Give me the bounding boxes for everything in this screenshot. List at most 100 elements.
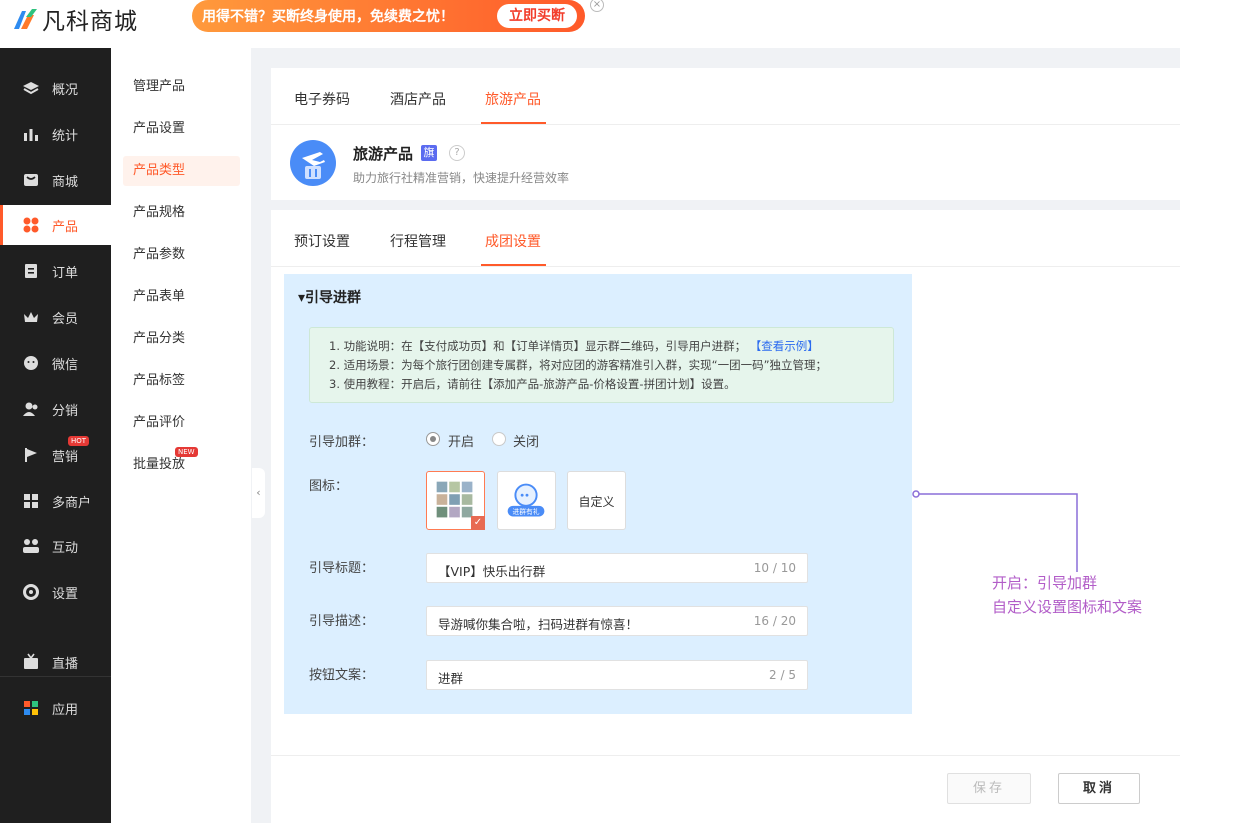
info-notice: 1. 功能说明：在【支付成功页】和【订单详情页】显示群二维码，引导用户进群； 【… bbox=[309, 327, 894, 403]
cancel-button[interactable]: 取消 bbox=[1058, 773, 1140, 804]
sidebar-item-label: 微信 bbox=[52, 357, 79, 373]
radio-off-label[interactable]: 关闭 bbox=[513, 431, 539, 450]
close-icon[interactable]: × bbox=[590, 0, 604, 12]
product-icon bbox=[23, 217, 39, 233]
icon-option-chat[interactable]: 进群有礼 bbox=[497, 471, 556, 530]
tab-group-settings[interactable]: 成团设置 bbox=[485, 231, 541, 251]
button-text-count: 2 / 5 bbox=[769, 668, 796, 682]
travel-product-icon bbox=[290, 140, 336, 186]
button-text-value: 进群 bbox=[438, 671, 464, 686]
icon-option-photo[interactable]: ✓ bbox=[426, 471, 485, 530]
sidebar-item-label: 多商户 bbox=[52, 495, 92, 511]
section-title[interactable]: ▾引导进群 bbox=[298, 287, 361, 307]
icon-option-custom[interactable]: 自定义 bbox=[567, 471, 626, 530]
sidebar-item-label: 设置 bbox=[52, 586, 79, 602]
sidebar-item-label: 概况 bbox=[52, 82, 79, 98]
annotation-line-1: 开启：引导加群 bbox=[992, 574, 1098, 592]
sidebar-item-live[interactable]: 直播 bbox=[0, 642, 111, 682]
radio-on[interactable] bbox=[426, 432, 440, 446]
guide-desc-input[interactable]: 导游喊你集合啦，扫码进群有惊喜！ 16 / 20 bbox=[426, 606, 808, 636]
tv-icon bbox=[24, 653, 38, 669]
flag-icon bbox=[25, 448, 37, 462]
check-icon: ✓ bbox=[471, 516, 485, 530]
top-bar: 凡科商城 用得不错？买断终身使用，免续费之忧！ 立即买断 × bbox=[0, 0, 1180, 48]
tab-booking-settings[interactable]: 预订设置 bbox=[294, 231, 350, 251]
sidebar-item-order[interactable]: 订单 bbox=[0, 251, 111, 291]
user-icon bbox=[23, 402, 38, 416]
sidebar-item-multi-merchant[interactable]: 多商户 bbox=[0, 481, 111, 521]
flagship-badge: 旗 bbox=[421, 145, 437, 161]
join-group-label: 引导加群： bbox=[309, 435, 375, 450]
product-subnav: 管理产品 产品设置 产品类型 产品规格 产品参数 产品表单 产品分类 产品标签 … bbox=[111, 48, 251, 823]
guide-title-count: 10 / 10 bbox=[753, 561, 796, 575]
subnav-item-manage[interactable]: 管理产品 bbox=[123, 72, 240, 102]
new-badge: NEW bbox=[175, 447, 198, 457]
chart-icon bbox=[24, 129, 38, 141]
tab-travel[interactable]: 旅游产品 bbox=[485, 89, 541, 109]
subnav-item-settings[interactable]: 产品设置 bbox=[123, 114, 240, 144]
chat-badge-text: 进群有礼 bbox=[513, 507, 540, 516]
apps-icon bbox=[24, 701, 38, 715]
subnav-item-category[interactable]: 产品分类 bbox=[123, 324, 240, 354]
divider bbox=[271, 266, 1180, 267]
layers-icon bbox=[23, 82, 39, 95]
sidebar-item-stats[interactable]: 统计 bbox=[0, 114, 111, 154]
sidebar-item-label: 产品 bbox=[52, 219, 79, 235]
sidebar-item-member[interactable]: 会员 bbox=[0, 297, 111, 337]
hot-badge: HOT bbox=[68, 436, 90, 446]
annotation-connector bbox=[912, 490, 1078, 572]
radio-on-label[interactable]: 开启 bbox=[448, 431, 474, 450]
sidebar-item-settings[interactable]: 设置 bbox=[0, 572, 111, 612]
sidebar-item-label: 统计 bbox=[52, 128, 79, 144]
subnav-item-tags[interactable]: 产品标签 bbox=[123, 366, 240, 396]
product-title: 旅游产品 bbox=[353, 145, 414, 163]
subnav-item-params[interactable]: 产品参数 bbox=[123, 240, 240, 270]
notice-line-1: 1. 功能说明：在【支付成功页】和【订单详情页】显示群二维码，引导用户进群； 【… bbox=[329, 339, 819, 353]
subnav-item-type[interactable]: 产品类型 bbox=[123, 156, 240, 186]
sidebar-item-product[interactable]: 产品 bbox=[0, 205, 111, 245]
promo-text: 用得不错？买断终身使用，免续费之忧！ bbox=[202, 9, 454, 25]
help-icon[interactable]: ? bbox=[449, 145, 465, 161]
sidebar-item-label: 会员 bbox=[52, 311, 79, 327]
radio-off[interactable] bbox=[492, 432, 506, 446]
logo[interactable]: 凡科商城 bbox=[12, 4, 138, 35]
subnav-item-spec[interactable]: 产品规格 bbox=[123, 198, 240, 228]
store-icon bbox=[24, 494, 38, 508]
subnav-item-form[interactable]: 产品表单 bbox=[123, 282, 240, 312]
sidebar-item-interaction[interactable]: 互动 bbox=[0, 526, 111, 566]
guide-title-label: 引导标题： bbox=[309, 561, 375, 576]
tab-itinerary[interactable]: 行程管理 bbox=[390, 231, 446, 251]
guide-desc-label: 引导描述： bbox=[309, 614, 375, 629]
guide-desc-value: 导游喊你集合啦，扫码进群有惊喜！ bbox=[438, 617, 639, 632]
product-subtitle: 助力旅行社精准营销，快速提升经营效率 bbox=[353, 171, 570, 185]
sidebar-item-label: 直播 bbox=[52, 656, 79, 672]
gear-icon bbox=[23, 584, 39, 600]
button-text-input[interactable]: 进群 2 / 5 bbox=[426, 660, 808, 690]
tab-hotel[interactable]: 酒店产品 bbox=[390, 89, 446, 109]
save-button[interactable]: 保存 bbox=[947, 773, 1031, 804]
view-example-link[interactable]: 【查看示例】 bbox=[750, 339, 819, 353]
sidebar-item-label: 互动 bbox=[52, 540, 79, 556]
sidebar-item-label: 商城 bbox=[52, 174, 79, 190]
sidebar-item-shop[interactable]: 商城 bbox=[0, 160, 111, 200]
footer-divider bbox=[271, 755, 1180, 756]
wechat-icon bbox=[24, 356, 38, 370]
divider bbox=[271, 124, 1180, 125]
tab-e-voucher[interactable]: 电子券码 bbox=[294, 89, 350, 109]
notice-line-2: 2. 适用场景：为每个旅行团创建专属群，将对应团的游客精准引入群，实现“一团一码… bbox=[329, 358, 828, 372]
sidebar-item-distribution[interactable]: 分销 bbox=[0, 389, 111, 429]
sidebar-item-wechat[interactable]: 微信 bbox=[0, 343, 111, 383]
guide-title-input[interactable]: 【VIP】快乐出行群 10 / 10 bbox=[426, 553, 808, 583]
subnav-item-reviews[interactable]: 产品评价 bbox=[123, 408, 240, 438]
promo-banner[interactable]: 用得不错？买断终身使用，免续费之忧！ 立即买断 bbox=[192, 0, 585, 32]
main-sidebar: 概况 统计 商城 产品 订单 会员 微信 分销 营销 HOT 多商户 互动 设置… bbox=[0, 48, 111, 823]
crown-icon bbox=[24, 312, 38, 322]
icon-label: 图标： bbox=[309, 479, 349, 494]
sidebar-item-marketing[interactable]: 营销 HOT bbox=[0, 435, 111, 475]
order-icon bbox=[25, 264, 37, 278]
notice-line-3: 3. 使用教程：开启后，请前往【添加产品-旅游产品-价格设置-拼团计划】设置。 bbox=[329, 377, 736, 391]
collapse-sidebar-button[interactable]: ‹ bbox=[252, 468, 265, 518]
sidebar-item-apps[interactable]: 应用 bbox=[0, 688, 111, 728]
buyout-button[interactable]: 立即买断 bbox=[497, 4, 577, 28]
sidebar-item-overview[interactable]: 概况 bbox=[0, 68, 111, 108]
